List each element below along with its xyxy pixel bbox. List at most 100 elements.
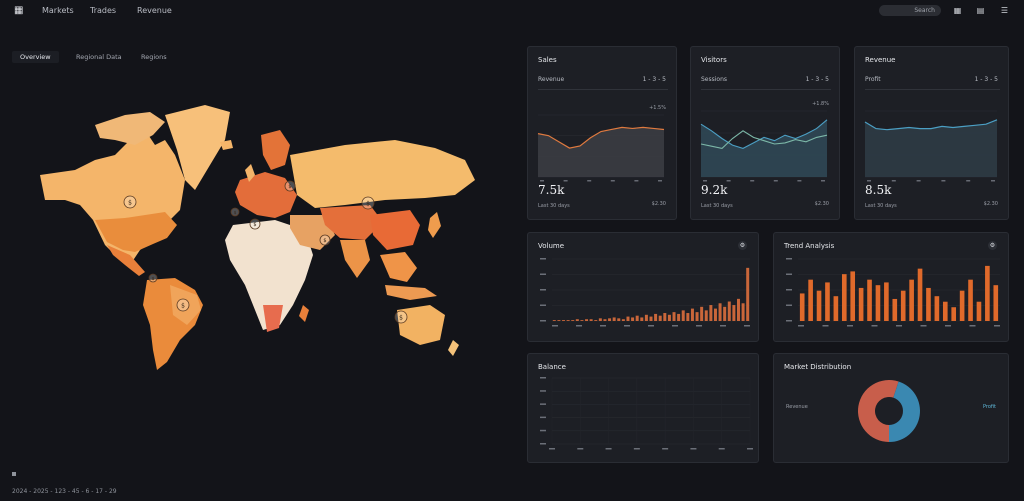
y-tick xyxy=(786,320,792,322)
kpi-title: Revenue xyxy=(865,56,896,64)
menu-icon[interactable]: ☰ xyxy=(1000,6,1009,15)
layout-icon[interactable]: ▤ xyxy=(976,6,985,15)
bar xyxy=(672,312,676,321)
kpi-title: Visitors xyxy=(701,56,727,64)
x-tick xyxy=(540,180,544,182)
tab-regional-data[interactable]: Regional Data xyxy=(68,51,130,63)
bar xyxy=(959,290,965,321)
y-tick xyxy=(786,304,792,306)
search-input[interactable]: Search xyxy=(879,5,941,16)
x-tick xyxy=(994,325,1000,327)
x-tick xyxy=(991,180,995,182)
bar xyxy=(580,320,584,321)
bar xyxy=(727,301,731,321)
y-tick xyxy=(540,273,546,275)
bar xyxy=(909,279,914,321)
kpi-footer: Last 30 days xyxy=(865,203,897,209)
bar xyxy=(850,271,856,321)
kpi-footer-value: $2.30 xyxy=(814,201,829,207)
bar xyxy=(825,282,830,321)
bar xyxy=(654,313,658,321)
y-tick xyxy=(540,304,546,306)
map-australia xyxy=(397,305,445,345)
svg-text:$: $ xyxy=(399,315,403,322)
map-europe xyxy=(235,172,297,218)
nav-markets[interactable]: Markets xyxy=(42,6,74,15)
kpi-chart-sales xyxy=(537,114,665,182)
x-tick xyxy=(552,325,558,327)
svg-text:$: $ xyxy=(253,222,256,228)
kpi-footer-value: $2.30 xyxy=(983,201,998,207)
kpi-chart-revenue xyxy=(864,110,998,182)
kpi-card-visitors: Visitors Sessions 1 - 3 - 5 +1.8% 9.2k L… xyxy=(690,46,840,220)
kpi-subtitle: Profit xyxy=(865,76,881,83)
panel-title: Trend Analysis xyxy=(784,242,835,250)
kpi-chart-visitors xyxy=(700,110,828,182)
nav-revenue[interactable]: Revenue xyxy=(137,6,172,15)
bar xyxy=(658,315,662,321)
kpi-range[interactable]: 1 - 3 - 5 xyxy=(643,76,666,83)
bar xyxy=(626,316,630,321)
x-tick xyxy=(634,180,639,182)
kpi-range[interactable]: 1 - 3 - 5 xyxy=(975,76,998,83)
map-russia xyxy=(290,140,475,208)
y-tick xyxy=(786,273,792,275)
map-china xyxy=(370,210,420,250)
bar xyxy=(892,298,898,321)
kpi-delta: +1.8% xyxy=(812,101,829,107)
kpi-delta: +1.5% xyxy=(649,105,666,111)
x-tick xyxy=(822,325,829,327)
nav-trades[interactable]: Trades xyxy=(90,6,116,15)
tab-overview[interactable]: Overview xyxy=(12,51,59,63)
map-se-asia xyxy=(380,252,417,282)
y-tick xyxy=(540,289,546,291)
x-tick xyxy=(605,448,612,450)
bar xyxy=(900,290,906,321)
y-tick xyxy=(540,416,546,419)
bar xyxy=(732,305,736,321)
map-marker: $ xyxy=(230,207,240,217)
bar xyxy=(709,305,713,321)
bar xyxy=(603,319,607,321)
dashboard-logo-icon[interactable]: ▦ xyxy=(14,6,24,16)
x-tick xyxy=(891,180,896,182)
x-tick xyxy=(916,180,921,182)
svg-text:$: $ xyxy=(288,184,291,190)
panel-volume: Volume ⚙ xyxy=(527,232,759,342)
map-scandinavia xyxy=(261,130,290,170)
svg-text:$: $ xyxy=(128,200,132,207)
donut-legend-left: Revenue xyxy=(786,404,808,410)
kpi-subtitle: Sessions xyxy=(701,76,728,83)
bar xyxy=(598,318,602,321)
map-marker: $ xyxy=(394,310,408,324)
bar xyxy=(608,318,612,321)
divider xyxy=(538,89,668,90)
settings-icon[interactable]: ⚙ xyxy=(988,241,997,250)
x-tick xyxy=(797,180,802,182)
x-tick xyxy=(896,325,902,327)
bar xyxy=(663,313,667,321)
map-madagascar xyxy=(299,305,309,322)
x-tick xyxy=(821,180,825,182)
bar xyxy=(993,285,999,321)
x-tick xyxy=(920,325,927,327)
map-marker: $ xyxy=(176,298,190,312)
kpi-range[interactable]: 1 - 3 - 5 xyxy=(806,76,829,83)
bar xyxy=(635,315,639,321)
tab-regions[interactable]: Regions xyxy=(133,51,175,63)
svg-text:$: $ xyxy=(152,276,155,282)
bar xyxy=(690,308,694,321)
grid-icon[interactable]: ▦ xyxy=(953,6,962,15)
bar xyxy=(566,320,570,321)
bar xyxy=(799,293,805,321)
bar xyxy=(942,301,948,321)
bar xyxy=(575,319,579,321)
map-arctic xyxy=(95,112,165,145)
settings-icon[interactable]: ⚙ xyxy=(738,241,747,250)
bar xyxy=(713,308,717,321)
kpi-value: 7.5k xyxy=(538,183,565,197)
bar xyxy=(723,306,727,321)
x-tick xyxy=(662,448,669,450)
bar xyxy=(746,267,750,321)
x-tick xyxy=(720,325,726,327)
